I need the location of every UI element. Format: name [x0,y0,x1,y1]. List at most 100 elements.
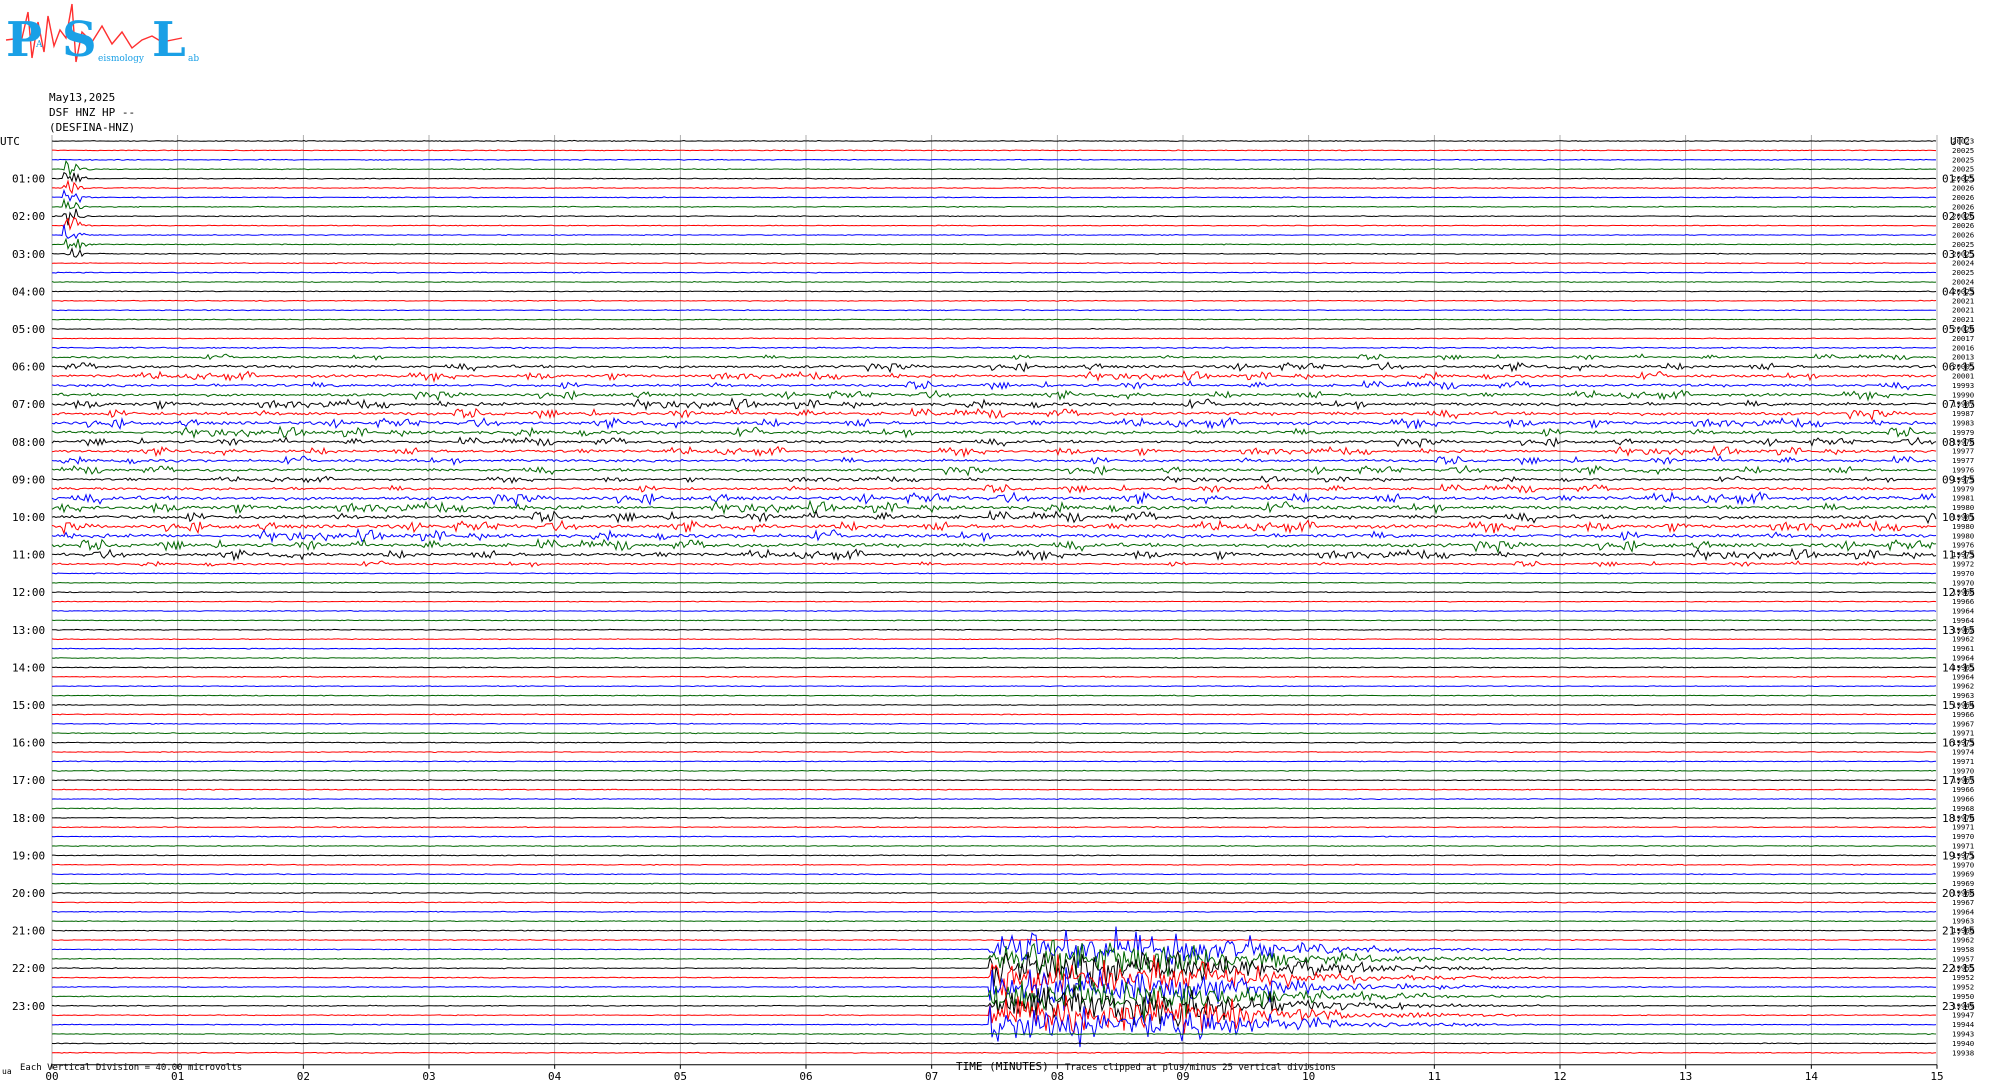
hour-label-left: 09:00 [12,473,45,486]
hour-label-left: 13:00 [12,624,45,637]
trace-line [52,713,1937,716]
trace-offset-label: 19993 [1952,381,1974,390]
trace-line [51,445,1937,459]
hour-label-right: 20:15 [1942,887,1975,900]
trace-line [51,788,1937,791]
trace-line [51,491,1937,508]
trace-line [51,647,1937,650]
hour-label-right: 06:15 [1942,361,1975,374]
trace-line [51,694,1937,697]
hour-label-right: 12:15 [1942,586,1975,599]
hour-label-right: 16:15 [1942,737,1975,750]
trace-line [51,527,1937,544]
hour-label-right: 17:15 [1942,774,1975,787]
hour-label-right: 11:15 [1942,549,1975,562]
trace-line [51,939,1937,981]
trace-line [51,929,1937,932]
trace-line [51,188,1937,204]
hour-label-right: 07:15 [1942,398,1975,411]
hour-label-left: 12:00 [12,586,45,599]
hour-label-left: 10:00 [12,511,45,524]
hour-label-right: 15:15 [1942,699,1975,712]
trace-line [51,807,1937,810]
trace-line [51,397,1937,411]
hour-label-right: 18:15 [1942,812,1975,825]
trace-line [52,685,1937,688]
trace-line [51,920,1937,923]
trace-line [51,609,1937,613]
trace-line [51,891,1937,895]
trace-line [51,499,1937,516]
x-tick-label: 15 [1930,1070,1943,1080]
hour-label-right: 09:15 [1942,473,1975,486]
trace-line [51,666,1937,669]
trace-line [51,882,1936,885]
trace-line [51,271,1937,274]
trace-line [51,732,1937,735]
trace-offset-label: 19952 [1952,983,1974,992]
trace-offset-label: 19970 [1952,832,1974,841]
trace-line [51,990,1937,1035]
x-tick-label: 04 [548,1070,562,1080]
trace-line [51,560,1937,568]
trace-line [51,139,1937,143]
trace-line [51,237,1937,251]
trace-offset-label: 19967 [1952,719,1974,728]
trace-line [51,581,1937,584]
hour-label-right: 01:15 [1942,173,1975,186]
trace-offset-label: 19971 [1952,757,1974,766]
hour-label-left: 19:00 [12,849,45,862]
trace-offset-label: 20025 [1952,155,1974,164]
trace-line [51,353,1937,361]
trace-line [51,179,1937,195]
trace-offset-label: 19983 [1952,419,1974,428]
trace-line [51,369,1937,383]
hour-label-right: 03:15 [1942,248,1975,261]
trace-line [51,425,1937,440]
trace-offset-label: 19958 [1952,945,1974,954]
x-tick-label: 12 [1553,1070,1566,1080]
hour-label-right: 19:15 [1942,849,1975,862]
trace-line [51,1032,1937,1036]
hour-label-right: 14:15 [1942,661,1975,674]
trace-line [51,537,1937,555]
x-tick-label: 05 [674,1070,687,1080]
trace-line [51,159,1937,177]
trace-line [51,299,1937,302]
clip-note: Traces clipped at plus/minus 25 vertical… [1065,1063,1336,1073]
trace-line [51,416,1937,430]
hour-label-right: 10:15 [1942,511,1975,524]
hour-label-left: 03:00 [12,248,45,261]
trace-line [51,600,1937,603]
x-tick-label: 02 [297,1070,310,1080]
trace-line [51,483,1937,494]
hour-label-left: 15:00 [12,699,45,712]
trace-offset-label: 19943 [1952,1030,1974,1039]
trace-line [52,149,1937,152]
trace-line [51,346,1937,350]
trace-line [51,361,1937,374]
hour-label-right: 05:15 [1942,323,1975,336]
trace-line [51,247,1937,258]
hour-label-right: 04:15 [1942,285,1975,298]
trace-offset-label: 19966 [1952,795,1974,804]
trace-offset-label: 20025 [1952,268,1974,277]
trace-line [51,591,1937,594]
x-tick-label: 07 [925,1070,938,1080]
trace-offset-label: 19964 [1952,907,1975,916]
trace-line [51,389,1936,402]
trace-line [51,826,1937,829]
trace-line [51,797,1937,801]
scale-prefix: ua [2,1067,12,1076]
trace-line [51,572,1937,575]
x-tick-label: 06 [799,1070,812,1080]
hour-label-left: 08:00 [12,436,45,449]
trace-line [51,379,1937,391]
trace-line [52,628,1937,631]
trace-line [52,910,1937,913]
hour-label-left: 16:00 [12,737,45,750]
hour-label-left: 20:00 [12,887,45,900]
hour-label-left: 04:00 [12,285,45,298]
hour-label-right: 02:15 [1942,210,1975,223]
trace-line [51,722,1937,725]
